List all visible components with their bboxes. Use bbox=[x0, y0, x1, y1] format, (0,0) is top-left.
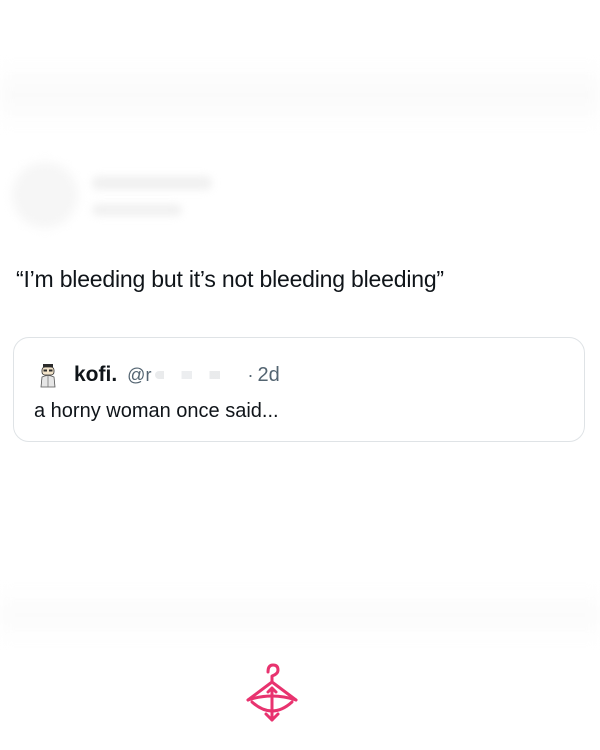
blurred-header bbox=[0, 60, 600, 130]
quoted-tweet-header: kofi. @r · 2d bbox=[34, 360, 280, 390]
author-handle[interactable]: @r bbox=[127, 365, 151, 386]
blurred-footer bbox=[0, 585, 600, 645]
blurred-handle bbox=[92, 204, 182, 216]
author-name[interactable]: kofi. bbox=[74, 363, 117, 387]
blurred-avatar bbox=[12, 162, 78, 228]
tweet-text: “I’m bleeding but it’s not bleeding blee… bbox=[16, 266, 444, 292]
redacted-handle bbox=[155, 371, 244, 379]
blurred-name bbox=[92, 176, 212, 190]
quoted-tweet-card[interactable]: kofi. @r · 2d a horny woman once said... bbox=[13, 337, 585, 442]
separator-dot: · bbox=[247, 364, 254, 385]
hanger-arrow-logo-icon bbox=[244, 662, 300, 724]
tweet-timestamp[interactable]: 2d bbox=[257, 364, 279, 387]
quoted-tweet-text: a horny woman once said... bbox=[34, 400, 279, 422]
cartoon-avatar-icon[interactable] bbox=[34, 361, 62, 389]
